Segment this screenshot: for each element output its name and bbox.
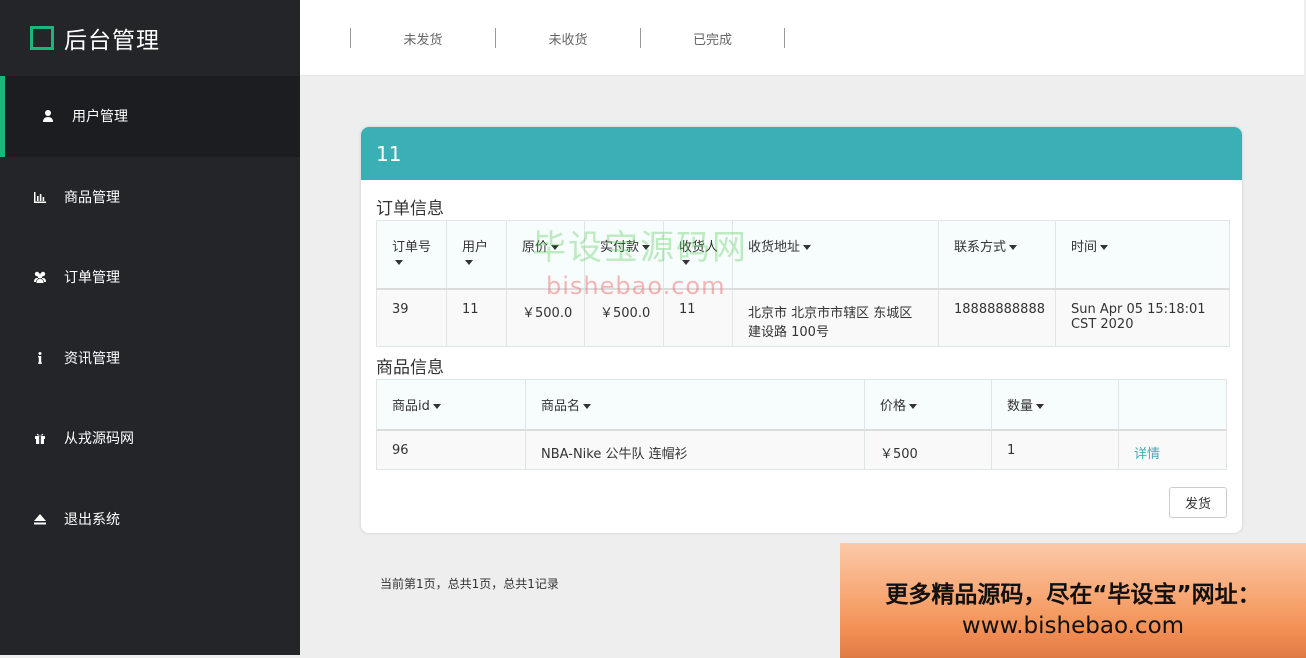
- sidebar: 后台管理 用户管理 商品管理 订单管理 资讯管理 从戎源码网 退出系统: [0, 0, 300, 655]
- brand-title: 后台管理: [64, 28, 160, 54]
- caret-down-icon: [1100, 245, 1108, 250]
- column-header[interactable]: 用户: [446, 220, 507, 290]
- caret-down-icon: [909, 404, 918, 409]
- cell-goods-id: 96: [376, 429, 526, 470]
- column-header[interactable]: 实付款: [584, 220, 664, 290]
- sidebar-item-logout[interactable]: 退出系统: [0, 479, 300, 560]
- caret-down-icon: [395, 260, 403, 265]
- promo-banner: 更多精品源码，尽在“毕设宝”网址： www.bishebao.com: [840, 543, 1306, 658]
- cell-original-price: ￥500.0: [506, 288, 585, 347]
- gift-icon: [32, 430, 48, 446]
- eject-icon: [32, 511, 48, 527]
- detail-link[interactable]: 详情: [1134, 447, 1160, 462]
- logo-square-icon: [30, 26, 54, 50]
- column-header[interactable]: 收货人: [663, 220, 733, 290]
- column-header[interactable]: 时间: [1054, 220, 1230, 290]
- caret-down-icon: [1036, 404, 1045, 409]
- order-card: 11 订单信息 订单号 用户 原价 实付款 收货人 收货地址 联系方式 时间 3…: [361, 127, 1242, 533]
- sidebar-item-label: 退出系统: [64, 511, 120, 528]
- cell-goods-qty: 1: [991, 429, 1119, 470]
- column-header[interactable]: 商品名: [525, 379, 865, 431]
- cell-receiver: 11: [663, 288, 733, 347]
- cell-goods-price: ￥500: [864, 429, 992, 470]
- cell-contact: 18888888888: [938, 288, 1056, 347]
- info-icon: [32, 350, 48, 366]
- cell-goods-name: NBA-Nike 公牛队 连帽衫: [525, 429, 865, 470]
- status-tabs: 未发货 未收货 已完成: [350, 28, 785, 48]
- caret-down-icon: [432, 404, 441, 409]
- pagination-info: 当前第1页，总共1页，总共1记录: [380, 577, 559, 591]
- column-header[interactable]: 数量: [991, 379, 1119, 431]
- column-header[interactable]: 原价: [506, 220, 585, 290]
- cell-paid: ￥500.0: [584, 288, 664, 347]
- order-section-title: 订单信息: [376, 199, 444, 219]
- sidebar-item-label: 订单管理: [64, 270, 120, 287]
- sidebar-item-label: 用户管理: [72, 109, 128, 126]
- cell-time: Sun Apr 05 15:18:01 CST 2020: [1054, 288, 1230, 347]
- tab-unreceived[interactable]: 未收货: [495, 28, 640, 48]
- order-table: 订单号 用户 原价 实付款 收货人 收货地址 联系方式 时间 39 11 ￥50…: [376, 220, 1230, 347]
- brand: 后台管理: [0, 0, 300, 76]
- user-icon: [40, 108, 56, 124]
- column-header[interactable]: 商品id: [376, 379, 526, 431]
- cell-order-no: 39: [376, 288, 447, 347]
- bar-chart-icon: [32, 189, 48, 205]
- caret-down-icon: [642, 245, 651, 250]
- caret-down-icon: [551, 245, 560, 250]
- sidebar-item-news[interactable]: 资讯管理: [0, 318, 300, 399]
- sidebar-item-label: 商品管理: [64, 189, 120, 206]
- sidebar-item-orders[interactable]: 订单管理: [0, 237, 300, 318]
- sidebar-item-users[interactable]: 用户管理: [0, 76, 300, 157]
- promo-line2: www.bishebao.com: [961, 613, 1185, 639]
- caret-down-icon: [682, 260, 690, 265]
- tab-completed[interactable]: 已完成: [640, 28, 785, 48]
- table-row: 96 NBA-Nike 公牛队 连帽衫 ￥500 1 详情: [376, 429, 1227, 470]
- caret-down-icon: [803, 245, 812, 250]
- caret-down-icon: [465, 260, 473, 265]
- sidebar-item-goods[interactable]: 商品管理: [0, 157, 300, 238]
- table-row: 39 11 ￥500.0 ￥500.0 11 北京市 北京市市辖区 东城区 建设…: [376, 288, 1230, 347]
- column-header[interactable]: 订单号: [376, 220, 447, 290]
- column-header[interactable]: 价格: [864, 379, 992, 431]
- goods-table: 商品id 商品名 价格 数量 96 NBA-Nike 公牛队 连帽衫 ￥500 …: [376, 379, 1227, 470]
- sidebar-item-label: 资讯管理: [64, 350, 120, 367]
- users-icon: [32, 269, 48, 285]
- caret-down-icon: [583, 404, 592, 409]
- sidebar-item-source[interactable]: 从戎源码网: [0, 398, 300, 479]
- ship-button[interactable]: 发货: [1169, 487, 1227, 518]
- caret-down-icon: [1009, 245, 1018, 250]
- promo-line1: 更多精品源码，尽在“毕设宝”网址：: [885, 582, 1261, 608]
- column-header[interactable]: 联系方式: [938, 220, 1056, 290]
- card-title: 11: [361, 127, 1242, 180]
- cell-address: 北京市 北京市市辖区 东城区 建设路 100号: [732, 288, 939, 347]
- column-header[interactable]: 收货地址: [732, 220, 939, 290]
- cell-user: 11: [446, 288, 507, 347]
- column-header-action: [1118, 379, 1227, 431]
- sidebar-item-label: 从戎源码网: [64, 431, 134, 448]
- goods-section-title: 商品信息: [376, 358, 444, 378]
- cell-action: 详情: [1118, 429, 1227, 470]
- top-bar: 未发货 未收货 已完成: [300, 0, 1304, 76]
- tab-unshipped[interactable]: 未发货: [350, 28, 495, 48]
